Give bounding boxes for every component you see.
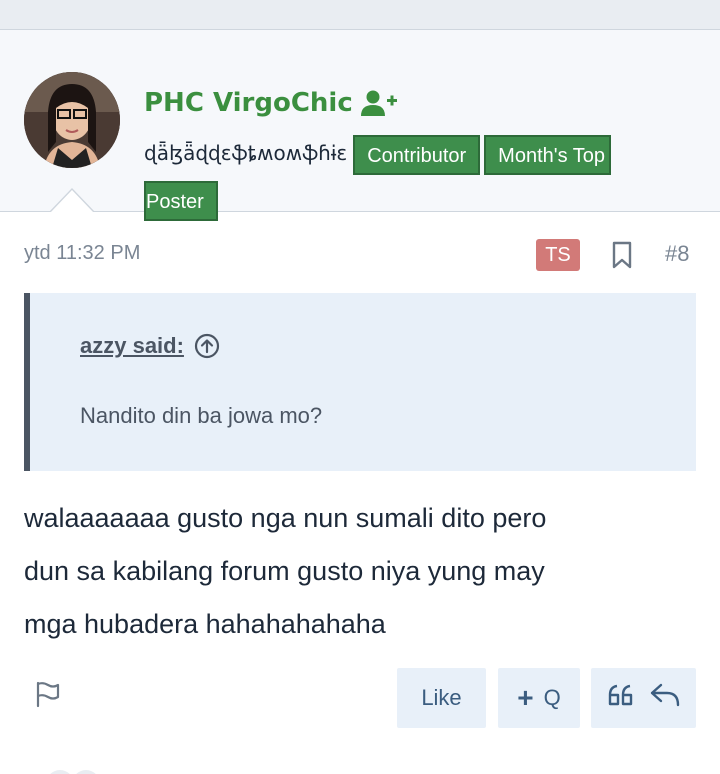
quote-author[interactable]: azzy said: — [80, 333, 184, 359]
badge-poster: Poster — [144, 180, 218, 221]
quote-icon[interactable] — [607, 683, 635, 713]
post-body: walaaaaaaa gusto nga nun sumali dito per… — [24, 492, 694, 651]
avatar[interactable] — [24, 72, 120, 168]
user-plus-icon[interactable] — [360, 89, 397, 117]
user-extra-panel: PHC VirgoChic ɖǟɮǟɖɖɛֆȶʍօʍֆɦɨɛ Contributo… — [0, 30, 720, 221]
post-body-line: walaaaaaaa gusto nga nun sumali dito per… — [24, 503, 547, 533]
post-date[interactable]: ytd 11:32 PM — [24, 242, 140, 265]
username[interactable]: PHC VirgoChic — [144, 88, 353, 118]
flag-icon[interactable] — [34, 680, 62, 708]
multiquote-label: Q — [543, 685, 561, 710]
reaction-avatars — [42, 766, 112, 774]
plus-icon: + — [517, 682, 534, 713]
thread-starter-badge: TS — [536, 239, 580, 271]
username-row: PHC VirgoChic — [144, 88, 397, 118]
like-button[interactable]: Like — [397, 668, 486, 728]
panel-pointer-fill — [50, 190, 94, 213]
badge-months-top: Month's Top — [484, 134, 612, 175]
quote-block: azzy said: Nandito din ba jowa mo? — [24, 293, 696, 471]
multiquote-button[interactable]: + Q — [498, 668, 580, 728]
reply-icon[interactable] — [649, 682, 681, 714]
badge-contributor: Contributor — [353, 134, 481, 175]
post-body-line: mga hubadera hahahahahaha — [24, 609, 386, 639]
user-title: ɖǟɮǟɖɖɛֆȶʍօʍֆɦɨɛ — [144, 141, 348, 165]
post-body-line: dun sa kabilang forum gusto niya yung ma… — [24, 556, 545, 586]
bookmark-icon[interactable] — [610, 240, 634, 270]
user-title-line: ɖǟɮǟɖɖɛֆȶʍօʍֆɦɨɛ Contributor Month's Top Po… — [144, 130, 684, 222]
post-number[interactable]: #8 — [665, 241, 689, 267]
arrow-up-circle-icon[interactable] — [194, 333, 220, 359]
quote-text: Nandito din ba jowa mo? — [80, 403, 323, 428]
top-strip — [0, 0, 720, 30]
like-label: Like — [421, 685, 462, 710]
quote-reply-group — [591, 668, 696, 728]
quote-author-link[interactable]: azzy said: — [80, 333, 220, 359]
